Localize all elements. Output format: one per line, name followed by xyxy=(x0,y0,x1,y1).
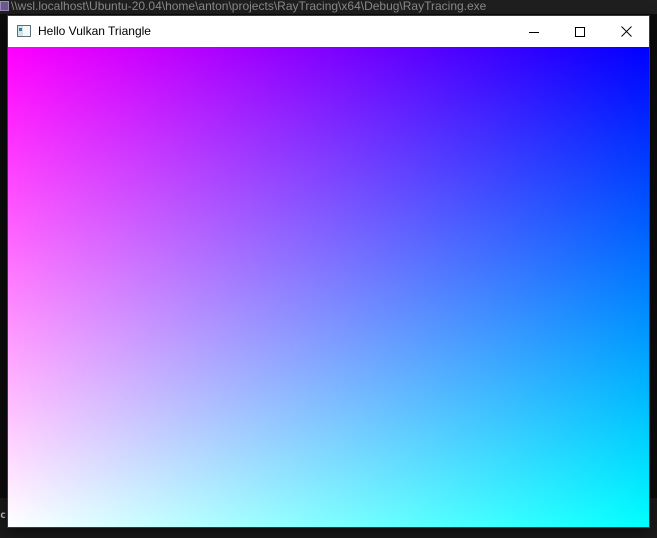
close-button[interactable] xyxy=(603,16,649,47)
app-window: Hello Vulkan Triangle xyxy=(8,16,649,527)
maximize-icon xyxy=(575,26,585,37)
console-titlebar[interactable]: \\wsl.localhost\Ubuntu-20.04\home\anton\… xyxy=(0,0,657,14)
close-icon xyxy=(620,26,632,37)
app-titlebar[interactable]: Hello Vulkan Triangle xyxy=(8,16,649,47)
console-app-icon xyxy=(0,1,9,11)
render-gradient-layer xyxy=(8,47,649,527)
vulkan-render-surface[interactable] xyxy=(8,47,649,527)
minimize-icon xyxy=(529,31,539,33)
maximize-button[interactable] xyxy=(557,16,603,47)
minimize-button[interactable] xyxy=(511,16,557,47)
console-prompt-char: c xyxy=(0,510,7,521)
console-window-title: \\wsl.localhost\Ubuntu-20.04\home\anton\… xyxy=(11,0,487,13)
window-app-icon xyxy=(17,25,31,37)
window-title: Hello Vulkan Triangle xyxy=(38,24,151,38)
